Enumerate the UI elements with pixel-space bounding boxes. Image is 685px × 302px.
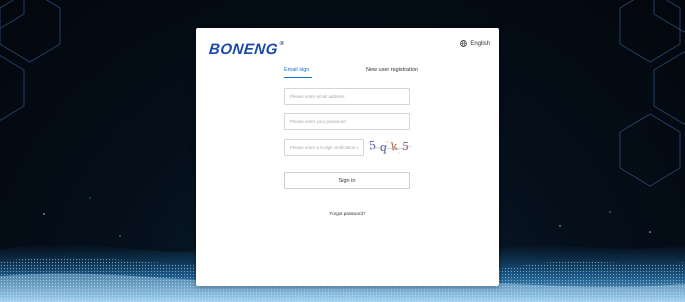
page-background: BONENG® English Email sign New user regi… (0, 0, 685, 302)
tab-new-user-registration[interactable]: New user registration (366, 67, 418, 73)
tab-email-sign[interactable]: Email sign (284, 67, 313, 78)
auth-tabs: Email sign New user registration (196, 67, 499, 81)
email-input[interactable] (284, 88, 410, 105)
logo-text: BONENG (208, 41, 279, 58)
password-input[interactable] (284, 113, 410, 130)
language-switcher[interactable]: English (460, 40, 490, 47)
captcha-noise (369, 141, 413, 154)
login-card: BONENG® English Email sign New user regi… (196, 28, 499, 286)
globe-icon (460, 40, 468, 47)
forgot-password-link[interactable]: Forgot password? (196, 211, 499, 216)
registered-mark: ® (279, 41, 285, 47)
sign-in-button[interactable]: Sign in (284, 172, 410, 189)
verification-code-input[interactable] (284, 139, 364, 156)
boneng-logo: BONENG® (208, 41, 285, 58)
captcha-image[interactable]: 5 q k 5 (368, 138, 414, 157)
language-label: English (470, 40, 490, 47)
